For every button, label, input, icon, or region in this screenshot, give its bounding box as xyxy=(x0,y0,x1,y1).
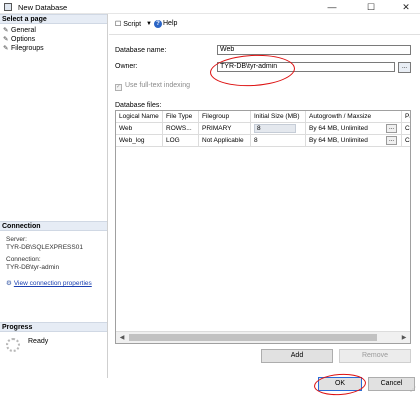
column-header[interactable]: Autogrowth / Maxsize xyxy=(306,111,402,123)
connection-header: Connection xyxy=(0,221,107,231)
autogrowth-ellipsis-button[interactable]: ... xyxy=(386,136,397,145)
add-file-button[interactable]: Add xyxy=(261,349,333,363)
autogrowth-cell[interactable]: By 64 MB, Unlimited ... xyxy=(306,123,402,135)
logical-name-cell[interactable]: Web xyxy=(116,123,163,135)
view-connection-properties-link[interactable]: ⚙ View connection properties xyxy=(6,279,92,287)
scroll-thumb[interactable] xyxy=(129,334,377,341)
page-item-options[interactable]: ✎ Options xyxy=(0,35,107,44)
server-label: Server: xyxy=(6,236,27,243)
page-item-label: General xyxy=(11,27,36,34)
script-button[interactable]: ☐ Script xyxy=(115,20,141,28)
select-page-header: Select a page xyxy=(0,14,107,24)
connection-info: Server: TYR-DB\SQLEXPRESS01 Connection: … xyxy=(6,236,83,272)
page-item-filegroups[interactable]: ✎ Filegroups xyxy=(0,44,107,53)
help-button[interactable]: ? Help xyxy=(154,20,177,28)
progress-header: Progress xyxy=(0,322,107,332)
server-value: TYR-DB\SQLEXPRESS01 xyxy=(6,244,83,251)
general-page: Database name: Web Owner: TYR-DB\tyr-adm… xyxy=(109,36,420,378)
help-icon: ? xyxy=(154,20,162,28)
file-type-cell[interactable]: ROWS... xyxy=(163,123,199,135)
database-icon xyxy=(4,3,12,11)
logical-name-cell[interactable]: Web_log xyxy=(116,135,163,147)
initial-size-cell[interactable]: 8 xyxy=(251,135,306,147)
database-files-grid[interactable]: Logical Name File Type Filegroup Initial… xyxy=(115,110,411,344)
ok-button[interactable]: OK xyxy=(318,377,362,391)
page-list: ✎ General ✎ Options ✎ Filegroups xyxy=(0,26,107,53)
script-label: Script xyxy=(123,21,142,28)
properties-icon: ⚙ xyxy=(6,280,12,287)
progress-status: Ready xyxy=(28,338,49,345)
column-header[interactable]: Pa xyxy=(402,111,410,123)
owner-input[interactable]: TYR-DB\tyr-admin xyxy=(217,62,395,72)
cancel-button[interactable]: Cancel xyxy=(368,377,415,391)
database-files-label: Database files: xyxy=(115,102,162,109)
autogrowth-ellipsis-button[interactable]: ... xyxy=(386,124,397,133)
initial-size-value[interactable]: 8 xyxy=(254,123,296,133)
scroll-left-icon[interactable]: ◀ xyxy=(116,332,128,343)
path-cell[interactable]: C: xyxy=(402,135,410,147)
wrench-icon: ✎ xyxy=(3,45,9,52)
window-title: New Database xyxy=(18,3,68,12)
title-bar: New Database — ☐ ✕ xyxy=(0,0,420,14)
resize-grip-icon[interactable]: ⋰ xyxy=(410,386,418,394)
filegroup-cell[interactable]: PRIMARY xyxy=(199,123,251,135)
toolbar: ☐ Script ▼ ? Help xyxy=(109,14,420,35)
connection-label: Connection: xyxy=(6,256,41,263)
page-item-label: Filegroups xyxy=(11,45,44,52)
database-name-label: Database name: xyxy=(115,47,167,54)
horizontal-scrollbar[interactable]: ◀ ▶ xyxy=(116,331,410,343)
filegroup-cell[interactable]: Not Applicable xyxy=(199,135,251,147)
view-connection-properties-label: View connection properties xyxy=(13,280,92,287)
database-name-input[interactable]: Web xyxy=(217,45,411,55)
initial-size-value[interactable]: 8 xyxy=(254,137,258,144)
file-type-cell[interactable]: LOG xyxy=(163,135,199,147)
column-header[interactable]: Filegroup xyxy=(199,111,251,123)
page-item-label: Options xyxy=(11,36,36,43)
connection-value: TYR-DB\tyr-admin xyxy=(6,264,60,271)
help-label: Help xyxy=(163,20,178,27)
owner-browse-button[interactable]: ... xyxy=(398,62,411,73)
checkbox-icon: ✓ xyxy=(115,84,122,91)
autogrowth-value: By 64 MB, Unlimited xyxy=(309,137,368,144)
column-header[interactable]: File Type xyxy=(163,111,199,123)
minimize-button[interactable]: — xyxy=(319,0,345,14)
remove-file-button[interactable]: Remove xyxy=(339,349,411,363)
script-icon: ☐ xyxy=(115,21,122,28)
page-item-general[interactable]: ✎ General xyxy=(0,26,107,35)
fulltext-indexing-label: Use full-text indexing xyxy=(125,82,190,89)
initial-size-cell[interactable]: 8 xyxy=(251,123,306,135)
column-header[interactable]: Initial Size (MB) xyxy=(251,111,306,123)
left-pane: Select a page ✎ General ✎ Options ✎ Filegro… xyxy=(0,14,108,378)
owner-label: Owner: xyxy=(115,63,138,70)
progress-spinner-icon xyxy=(6,338,20,352)
scroll-right-icon[interactable]: ▶ xyxy=(398,332,410,343)
wrench-icon: ✎ xyxy=(3,27,9,34)
close-button[interactable]: ✕ xyxy=(393,0,419,14)
maximize-button[interactable]: ☐ xyxy=(358,0,384,14)
autogrowth-value: By 64 MB, Unlimited xyxy=(309,125,368,132)
path-cell[interactable]: C: xyxy=(402,123,410,135)
column-header[interactable]: Logical Name xyxy=(116,111,163,123)
wrench-icon: ✎ xyxy=(3,36,9,43)
autogrowth-cell[interactable]: By 64 MB, Unlimited ... xyxy=(306,135,402,147)
script-dropdown-icon[interactable]: ▼ xyxy=(146,21,152,27)
fulltext-indexing-checkbox[interactable]: ✓ Use full-text indexing xyxy=(115,82,190,91)
